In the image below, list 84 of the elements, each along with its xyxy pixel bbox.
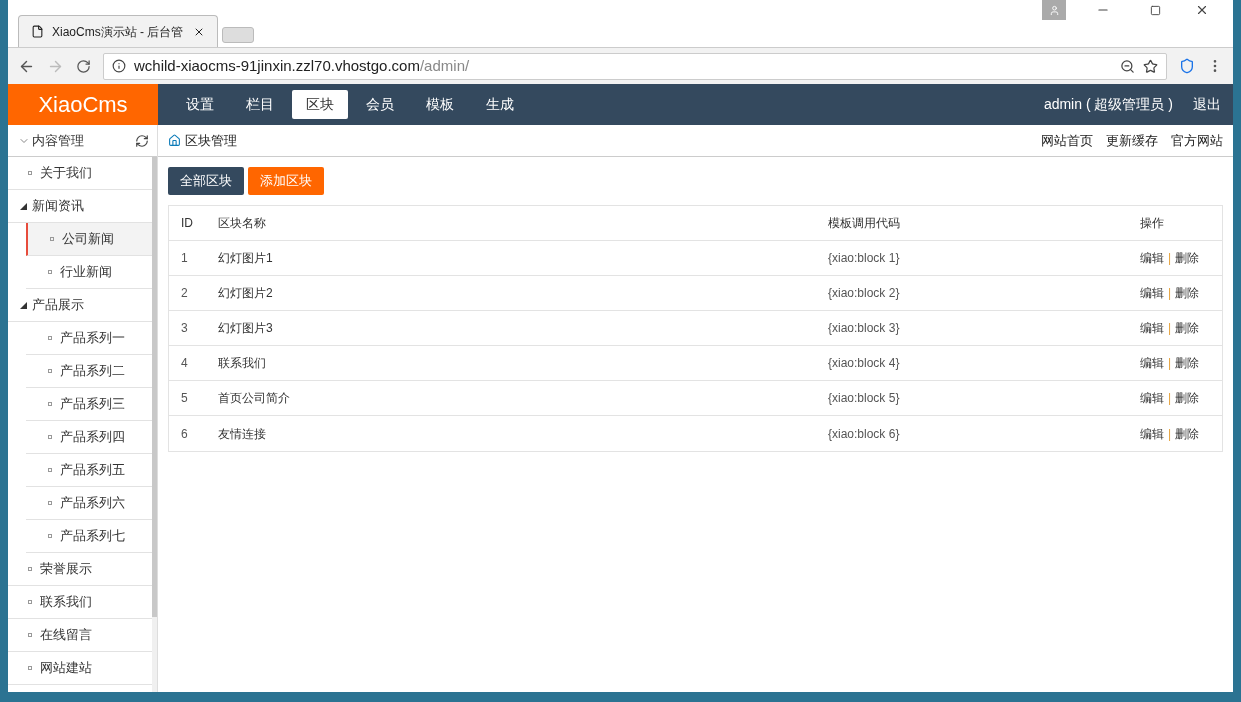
scrollbar[interactable] (152, 157, 157, 692)
bullet-icon (50, 237, 54, 241)
delete-link[interactable]: 删除 (1175, 284, 1200, 302)
column-header: 区块名称 (218, 215, 267, 232)
bullet-icon (48, 336, 52, 340)
bullet-icon (48, 468, 52, 472)
code-cell-text: {xiao:block 3} (828, 320, 901, 337)
nav-tab[interactable]: 会员 (352, 90, 408, 119)
nav-tab[interactable]: 模板 (412, 90, 468, 119)
column-header: 模板调用代码 (828, 215, 901, 232)
top-link[interactable]: 官方网站 (1171, 130, 1223, 151)
bullet-icon (48, 435, 52, 439)
star-icon[interactable] (1143, 58, 1158, 74)
table-cell-text: 6 (180, 425, 189, 443)
delete-link[interactable]: 删除 (1175, 354, 1200, 372)
edit-link[interactable]: 编辑 (1140, 424, 1164, 443)
bullet-icon (48, 402, 52, 406)
table-cell-text: 4 (180, 355, 189, 372)
bullet-icon (28, 171, 32, 175)
delete-link[interactable]: 删除 (1175, 319, 1200, 337)
nav-tab[interactable]: 生成 (472, 90, 528, 119)
table-cell-text: 幻灯图片2 (218, 285, 274, 302)
table-cell-text: 友情连接 (218, 425, 267, 443)
user-label: admin ( 超级管理员 ) (1043, 95, 1173, 114)
breadcrumb: 区块管理 (185, 131, 237, 150)
close-icon[interactable] (1195, 3, 1209, 17)
edit-link[interactable]: 编辑 (1140, 284, 1164, 302)
zoom-icon[interactable] (1120, 58, 1135, 74)
table-cell-text: 5 (180, 390, 189, 407)
separator: | (1168, 320, 1172, 337)
table-cell-text: 联系我们 (218, 355, 267, 372)
code-cell-text: {xiao:block 4} (828, 355, 901, 372)
separator: | (1168, 390, 1172, 407)
bullet-icon (28, 600, 32, 604)
triangle-icon[interactable] (20, 202, 27, 210)
table-cell-text: 幻灯图片1 (218, 250, 274, 267)
delete-link[interactable]: 删除 (1175, 249, 1200, 267)
column-header: 操作 (1140, 215, 1165, 232)
refresh-icon[interactable] (135, 133, 149, 148)
page-icon (31, 25, 44, 38)
sidebar-item[interactable]: 公司新闻 (26, 223, 152, 256)
reload-icon[interactable] (76, 58, 91, 74)
code-cell-text: {xiao:block 1} (828, 250, 901, 267)
table-cell-text: 幻灯图片3 (218, 320, 274, 337)
bullet-icon (48, 270, 52, 274)
code-cell-text: {xiao:block 5} (828, 390, 901, 407)
code-cell-text: {xiao:block 2} (828, 285, 901, 302)
separator: | (1168, 250, 1172, 267)
delete-link[interactable]: 删除 (1175, 424, 1200, 443)
top-link[interactable]: 网站首页 (1041, 130, 1093, 151)
column-header: ID (180, 215, 194, 232)
bullet-icon (48, 369, 52, 373)
bullet-icon (48, 501, 52, 505)
bullet-icon (48, 534, 52, 538)
maximize-icon[interactable] (1150, 4, 1161, 16)
nav-tab[interactable]: 区块 (292, 90, 348, 119)
edit-link[interactable]: 编辑 (1140, 354, 1164, 372)
table-cell-text: 2 (180, 285, 189, 302)
top-link[interactable]: 更新缓存 (1106, 130, 1158, 151)
bullet-icon (28, 666, 32, 670)
shield-icon[interactable] (1179, 58, 1195, 74)
separator: | (1168, 355, 1172, 372)
edit-link[interactable]: 编辑 (1140, 249, 1164, 267)
bullet-icon (28, 633, 32, 637)
sidebar-title: 内容管理 (32, 131, 84, 150)
delete-link[interactable]: 删除 (1175, 389, 1200, 407)
nav-tab[interactable]: 栏目 (232, 90, 288, 119)
home-icon (168, 134, 181, 147)
table-cell-text: 3 (180, 320, 189, 337)
table-cell-text: 首页公司简介 (218, 390, 291, 407)
code-cell-text: {xiao:block 6} (828, 425, 901, 443)
nav-tab[interactable]: 设置 (172, 90, 228, 119)
edit-link[interactable]: 编辑 (1140, 319, 1164, 337)
separator: | (1168, 285, 1172, 302)
bullet-icon (28, 567, 32, 571)
address-bar[interactable]: wchild-xiaocms-91jinxin.zzl70.vhostgo.com/admin/ (103, 52, 1167, 80)
triangle-icon[interactable] (20, 301, 27, 309)
action-button[interactable]: 全部区块 (168, 167, 244, 195)
logout-link[interactable]: 退出 (1193, 94, 1221, 115)
browser-tab[interactable]: XiaoCms演示站 - 后台管 (18, 15, 218, 47)
edit-link[interactable]: 编辑 (1140, 389, 1164, 407)
table-cell-text: 1 (180, 250, 189, 267)
separator: | (1168, 425, 1172, 443)
info-icon (112, 59, 126, 73)
